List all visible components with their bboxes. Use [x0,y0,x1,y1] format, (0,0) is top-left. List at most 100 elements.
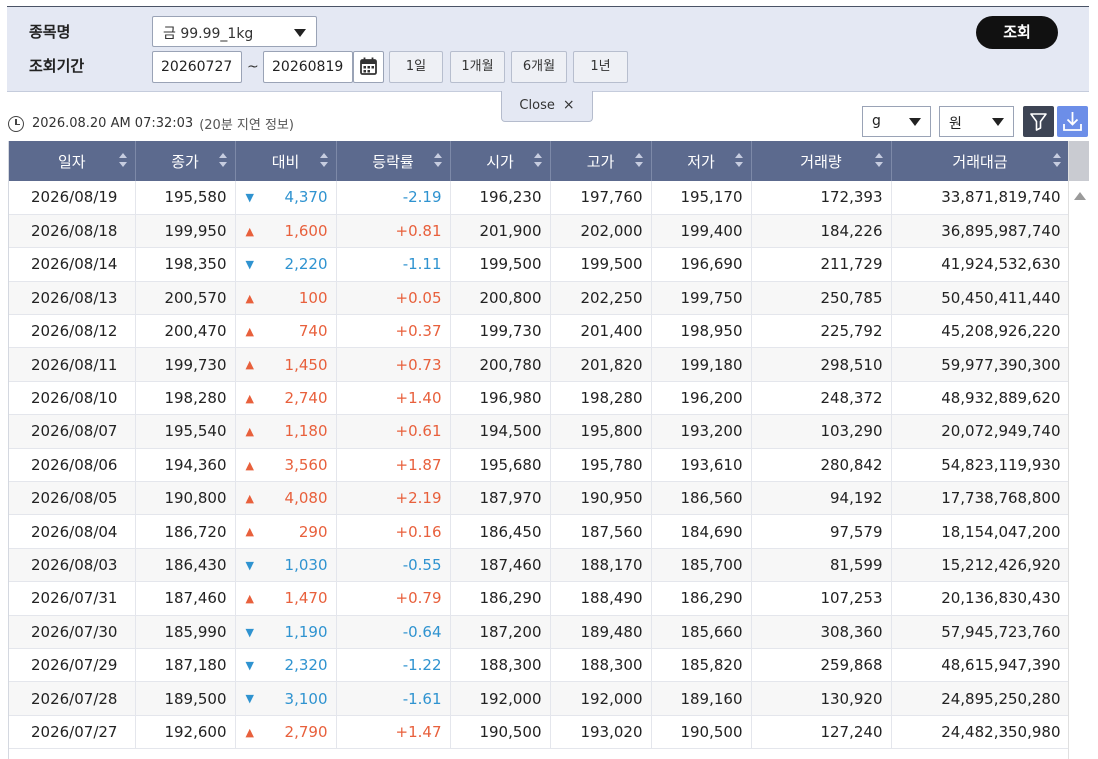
triangle-up-icon: ▲ [245,291,254,305]
query-button[interactable]: 조회 [976,16,1058,49]
cell-change: ▼ 1,190 [235,615,337,649]
table-row[interactable]: 2026/08/18 199,950 ▲ 1,600 +0.81 201,900 202,0… [9,214,1070,249]
triangle-down-icon: ▼ [245,191,254,204]
table-row[interactable]: 2026/08/04 186,720 ▲ 290 +0.16 186,450 187,560… [9,514,1070,549]
cell-date: 2026/08/19 [9,181,136,215]
cell-low: 189,160 [651,681,752,716]
calendar-button[interactable] [353,51,384,83]
column-header-change[interactable]: 대비 [235,141,337,181]
cell-date: 2026/07/29 [9,648,136,683]
date-to-input[interactable]: 20260819 [263,51,353,83]
period-button-1m[interactable]: 1개월 [450,51,505,83]
weight-unit-select[interactable]: g [862,106,931,137]
table-row[interactable]: 2026/08/13 200,570 ▲ 100 +0.05 200,800 202,250… [9,281,1070,316]
period-button-1y[interactable]: 1년 [573,51,628,83]
cell-high: 198,280 [550,381,652,416]
triangle-up-icon: ▲ [245,391,254,405]
table-row[interactable]: 2026/07/27 192,600 ▲ 2,790 +1.47 190,500 193,0… [9,715,1070,750]
cell-change: ▲ 740 [235,314,337,349]
cell-date: 2026/07/30 [9,615,136,649]
table-row[interactable]: 2026/08/19 195,580 ▼ 4,370 -2.19 196,230 197,7… [9,181,1070,215]
column-header-high[interactable]: 고가 [550,141,652,181]
cell-rate: +0.81 [336,214,451,249]
cell-high: 190,950 [550,481,652,516]
table-row[interactable]: 2026/08/03 186,430 ▼ 1,030 -0.55 187,460 188,1… [9,548,1070,583]
cell-close: 199,730 [135,347,236,382]
vertical-scrollbar[interactable] [1068,141,1089,759]
cell-amount: 24,482,350,980 [891,715,1070,750]
cell-date: 2026/08/12 [9,314,136,349]
cell-change: ▼ 1,030 [235,548,337,583]
cell-date: 2026/08/14 [9,247,136,282]
cell-open: 188,300 [450,648,551,683]
column-header-amount[interactable]: 거래대금 [891,141,1070,181]
column-header-low[interactable]: 저가 [651,141,752,181]
chevron-down-icon [909,118,921,126]
cell-high: 202,000 [550,214,652,249]
period-button-1d[interactable]: 1일 [389,51,443,83]
cell-amount: 48,615,947,390 [891,648,1070,683]
date-range-tilde: ~ [247,59,259,75]
triangle-up-icon: ▲ [245,224,254,238]
cell-high: 187,560 [550,514,652,549]
cell-rate: +0.79 [336,581,451,616]
cell-volume: 308,360 [751,615,892,649]
column-header-date[interactable]: 일자 [9,141,136,181]
table-row[interactable]: 2026/08/12 200,470 ▲ 740 +0.37 199,730 201,400… [9,314,1070,349]
cell-rate: +1.87 [336,448,451,483]
table-row[interactable]: 2026/08/14 198,350 ▼ 2,220 -1.11 199,500 199,5… [9,247,1070,282]
column-header-open[interactable]: 시가 [450,141,551,181]
cell-open: 192,000 [450,681,551,716]
cell-amount: 41,924,532,630 [891,247,1070,282]
table-row[interactable]: 2026/07/31 187,460 ▲ 1,470 +0.79 186,290 188,4… [9,581,1070,616]
cell-low: 193,200 [651,414,752,449]
cell-volume: 172,393 [751,181,892,215]
item-select[interactable]: 금 99.99_1kg [152,16,317,47]
cell-close: 198,350 [135,247,236,282]
cell-high: 193,020 [550,715,652,750]
table-row[interactable]: 2026/08/10 198,280 ▲ 2,740 +1.40 196,980 198,2… [9,381,1070,416]
cell-high: 188,300 [550,648,652,683]
table-row[interactable]: 2026/07/28 189,500 ▼ 3,100 -1.61 192,000 192,0… [9,681,1070,716]
cell-low: 199,750 [651,281,752,316]
column-header-volume[interactable]: 거래량 [751,141,892,181]
period-button-6m[interactable]: 6개월 [511,51,567,83]
cell-change: ▲ 4,080 [235,481,337,516]
cell-close: 200,570 [135,281,236,316]
date-from-input[interactable]: 20260727 [152,51,242,83]
column-header-rate[interactable]: 등락률 [336,141,451,181]
calendar-icon [360,57,377,75]
cell-close: 190,800 [135,481,236,516]
cell-date: 2026/08/07 [9,414,136,449]
cell-volume: 259,868 [751,648,892,683]
column-header-close[interactable]: 종가 [135,141,236,181]
cell-rate: +0.16 [336,514,451,549]
cell-open: 195,680 [450,448,551,483]
table-row[interactable]: 2026/07/30 185,990 ▼ 1,190 -0.64 187,200 189,4… [9,615,1070,649]
table-row[interactable]: 2026/08/05 190,800 ▲ 4,080 +2.19 187,970 190,9… [9,481,1070,516]
table-row[interactable]: 2026/08/06 194,360 ▲ 3,560 +1.87 195,680 195,7… [9,448,1070,483]
filter-button[interactable] [1023,106,1054,137]
download-button[interactable] [1057,106,1088,137]
cell-date: 2026/07/31 [9,581,136,616]
table-row[interactable]: 2026/08/11 199,730 ▲ 1,450 +0.73 200,780 201,8… [9,347,1070,382]
table-row[interactable]: 2026/07/29 187,180 ▼ 2,320 -1.22 188,300 188,3… [9,648,1070,683]
triangle-up-icon: ▲ [245,425,254,439]
close-icon: × [562,97,575,113]
cell-high: 192,000 [550,681,652,716]
cell-amount: 33,871,819,740 [891,181,1070,215]
cell-amount: 57,945,723,760 [891,615,1070,649]
currency-unit-select[interactable]: 원 [939,106,1014,137]
triangle-up-icon: ▲ [245,358,254,372]
table-row[interactable]: 2026/08/07 195,540 ▲ 1,180 +0.61 194,500 195,8… [9,414,1070,449]
chevron-down-icon [294,29,306,37]
cell-rate: -1.22 [336,648,451,683]
close-panel-button[interactable]: Close × [501,91,593,122]
cell-low: 185,700 [651,548,752,583]
cell-low: 196,690 [651,247,752,282]
cell-close: 194,360 [135,448,236,483]
scroll-up-arrow-icon[interactable] [1074,192,1086,200]
cell-high: 201,400 [550,314,652,349]
cell-change: ▲ 2,740 [235,381,337,416]
cell-close: 198,280 [135,381,236,416]
